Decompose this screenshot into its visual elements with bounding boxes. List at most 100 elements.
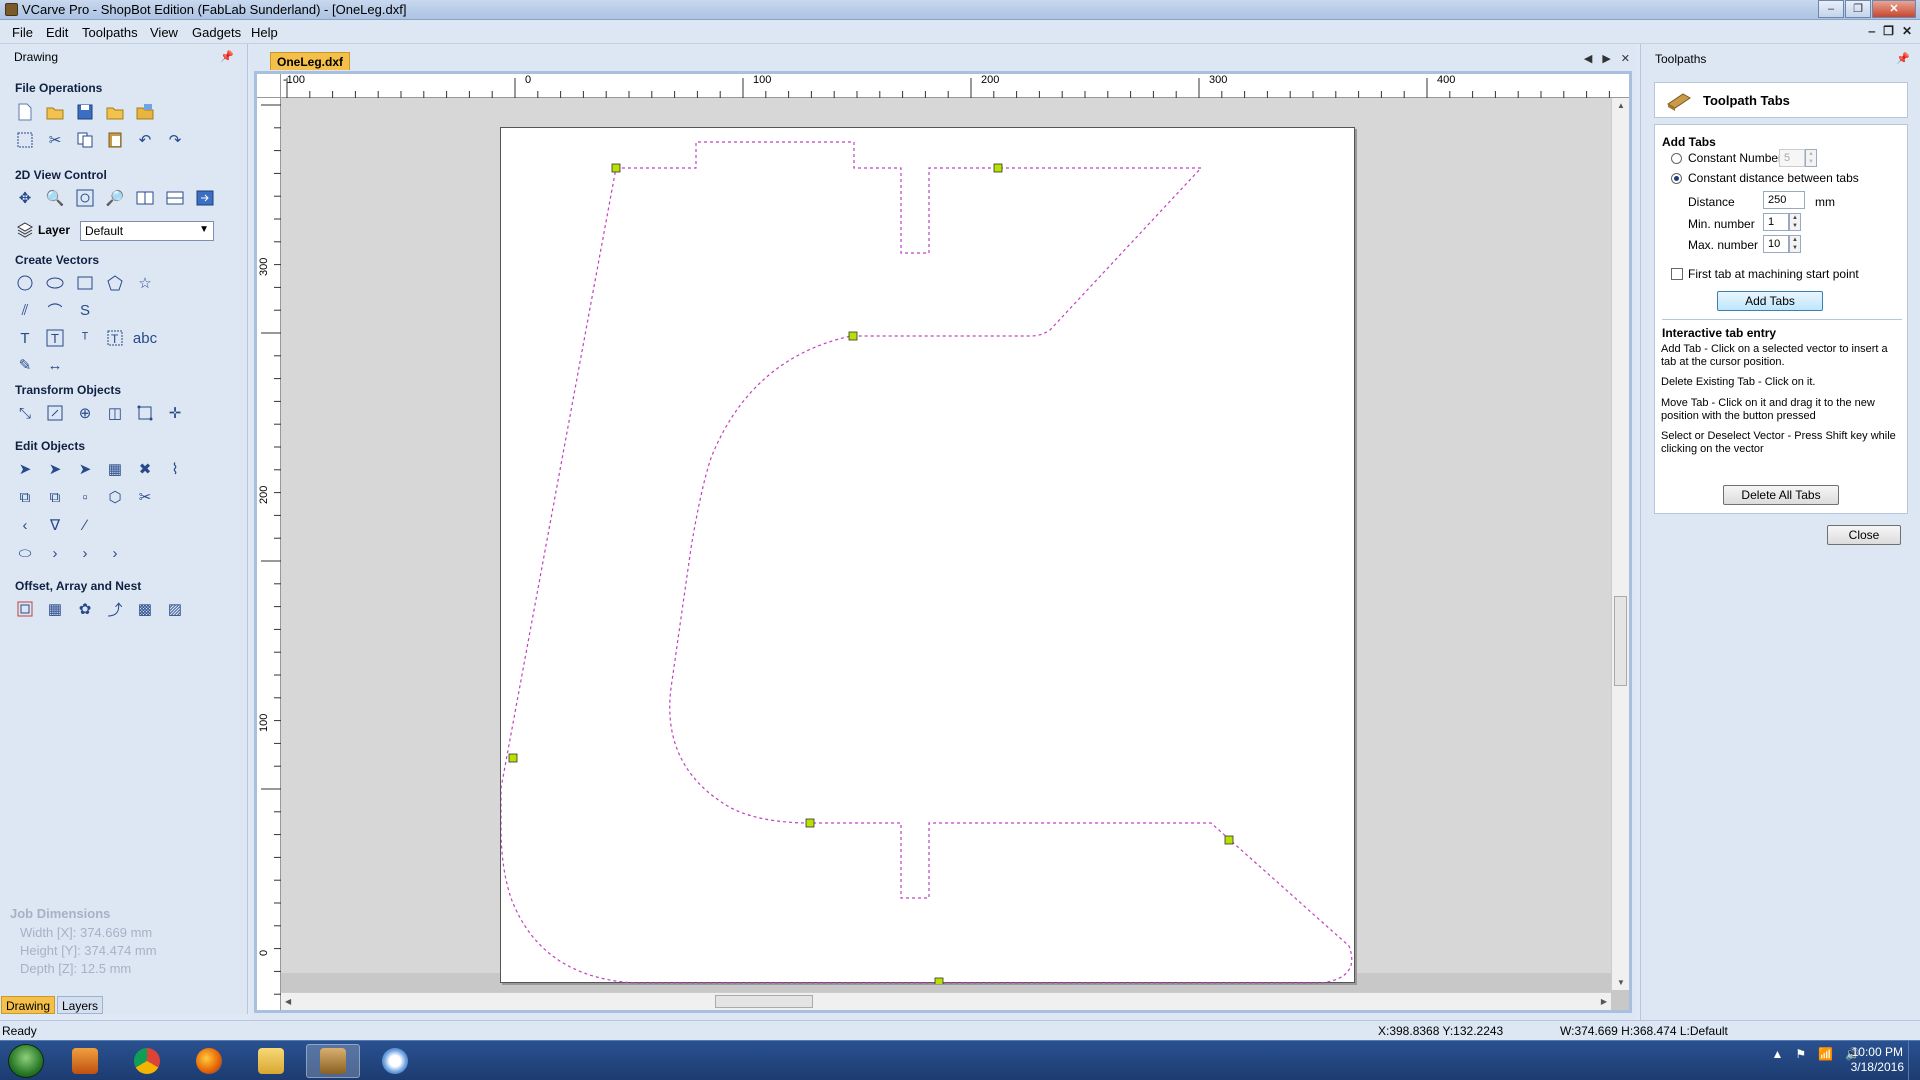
close-button[interactable]: Close: [1827, 525, 1901, 545]
smooth-icon[interactable]: ⌇: [164, 458, 186, 480]
menu-file[interactable]: File: [12, 25, 33, 40]
polygon-icon[interactable]: [104, 272, 126, 294]
zoom-icon[interactable]: 🔍: [44, 187, 66, 209]
array-icon[interactable]: ▦: [44, 598, 66, 620]
document-tab[interactable]: OneLeg.dxf: [270, 52, 350, 70]
node-edit-icon[interactable]: ➤: [44, 458, 66, 480]
max-number-input[interactable]: 10: [1763, 235, 1789, 253]
add-tabs-button[interactable]: Add Tabs: [1717, 291, 1823, 311]
constant-number-radio[interactable]: [1671, 153, 1682, 164]
tab-marker[interactable]: [993, 163, 1003, 173]
scroll-down-icon[interactable]: ▼: [1617, 978, 1625, 987]
view-split-icon[interactable]: [134, 187, 156, 209]
start-button[interactable]: [8, 1044, 44, 1078]
zoom-extents-icon[interactable]: [74, 187, 96, 209]
circular-array-icon[interactable]: ✿: [74, 598, 96, 620]
dimension-icon[interactable]: ↔: [44, 354, 66, 376]
first-tab-checkbox[interactable]: [1671, 268, 1683, 280]
mdi-restore-icon[interactable]: ❐: [1883, 24, 1894, 38]
view-3d-icon[interactable]: [194, 187, 216, 209]
tab-marker[interactable]: [934, 977, 944, 984]
arc-fit-icon[interactable]: ›: [74, 542, 96, 564]
mirror-icon[interactable]: ◫: [104, 402, 126, 424]
distort-icon[interactable]: [134, 402, 156, 424]
scale-icon[interactable]: [44, 402, 66, 424]
min-number-input[interactable]: 1: [1763, 213, 1789, 231]
vertical-scroll-thumb[interactable]: [1614, 596, 1627, 686]
nest-icon[interactable]: ▩: [134, 598, 156, 620]
close-document-icon[interactable]: ✕: [1621, 52, 1630, 65]
mdi-close-icon[interactable]: ✕: [1902, 24, 1912, 38]
offset-icon[interactable]: [14, 598, 36, 620]
tab-layers[interactable]: Layers: [57, 996, 104, 1014]
tab-next-icon[interactable]: ▶: [1602, 52, 1610, 65]
dogbone-icon[interactable]: ∇: [44, 514, 66, 536]
rectangle-icon[interactable]: [74, 272, 96, 294]
mdi-minimize-icon[interactable]: ‒: [1868, 24, 1875, 38]
ellipse-icon[interactable]: [44, 272, 66, 294]
taskbar-paint[interactable]: [368, 1044, 422, 1078]
clock[interactable]: 10:00 PM 3/18/2016: [1851, 1045, 1904, 1075]
vector-drawing[interactable]: [501, 128, 1356, 984]
star-icon[interactable]: ☆: [134, 272, 156, 294]
pan-icon[interactable]: ✥: [14, 187, 36, 209]
open-file-icon[interactable]: [44, 101, 66, 123]
constant-number-stepper[interactable]: ▲ ▼: [1805, 149, 1817, 167]
taskbar-explorer[interactable]: [244, 1044, 298, 1078]
tab-marker[interactable]: [611, 163, 621, 173]
vector-selector-icon[interactable]: ▦: [104, 458, 126, 480]
save-icon[interactable]: [74, 101, 96, 123]
move-icon[interactable]: ⤡: [14, 402, 36, 424]
network-icon[interactable]: 📶: [1818, 1047, 1833, 1061]
draw-icon[interactable]: ✎: [14, 354, 36, 376]
import-bitmap-icon[interactable]: [134, 101, 156, 123]
constant-distance-radio[interactable]: [1671, 173, 1682, 184]
taskbar-firefox[interactable]: [182, 1044, 236, 1078]
text-icon[interactable]: T: [14, 327, 36, 349]
import-icon[interactable]: [104, 101, 126, 123]
extend-icon[interactable]: ∕: [74, 514, 96, 536]
delete-all-tabs-button[interactable]: Delete All Tabs: [1723, 485, 1839, 505]
join-icon[interactable]: ▫: [74, 486, 96, 508]
copy-along-icon[interactable]: ⤴: [104, 598, 126, 620]
bezier-fit-icon[interactable]: ›: [104, 542, 126, 564]
menu-gadgets[interactable]: Gadgets: [192, 25, 241, 40]
curve-fit-icon[interactable]: ›: [44, 542, 66, 564]
distance-input[interactable]: 250: [1763, 191, 1805, 209]
max-number-stepper[interactable]: ▲ ▼: [1789, 235, 1801, 253]
tab-marker[interactable]: [805, 818, 815, 828]
material-sheet[interactable]: [500, 127, 1356, 984]
undo-icon[interactable]: ↶: [134, 129, 156, 151]
new-file-icon[interactable]: [14, 101, 36, 123]
minimize-button[interactable]: –: [1818, 0, 1844, 18]
tab-drawing[interactable]: Drawing: [1, 996, 56, 1014]
paste-icon[interactable]: [104, 129, 126, 151]
text-on-curve-icon[interactable]: ᵀ: [74, 327, 96, 349]
taskbar-vcarve[interactable]: [306, 1044, 360, 1078]
copy-icon[interactable]: [74, 129, 96, 151]
min-number-stepper[interactable]: ▲ ▼: [1789, 213, 1801, 231]
circle-icon[interactable]: [14, 272, 36, 294]
show-desktop-button[interactable]: [1908, 1041, 1920, 1080]
constant-number-input[interactable]: 5: [1779, 149, 1805, 167]
leg-vector[interactable]: [501, 141, 1353, 984]
menu-view[interactable]: View: [150, 25, 178, 40]
pin-icon[interactable]: 📌: [1896, 52, 1910, 65]
tab-marker[interactable]: [508, 753, 518, 763]
group-icon[interactable]: ⧉: [14, 486, 36, 508]
tab-prev-icon[interactable]: ◀: [1584, 52, 1592, 65]
trim-icon[interactable]: ✂: [134, 486, 156, 508]
text-box-icon[interactable]: T: [44, 327, 66, 349]
rotate-icon[interactable]: ⊕: [74, 402, 96, 424]
cut-icon[interactable]: ✂: [44, 129, 66, 151]
horizontal-scroll-thumb[interactable]: [715, 995, 813, 1008]
menu-edit[interactable]: Edit: [46, 25, 68, 40]
curve-icon[interactable]: S: [74, 299, 96, 321]
scroll-up-icon[interactable]: ▲: [1617, 101, 1625, 110]
text-autolayout-icon[interactable]: T: [104, 327, 126, 349]
tray-expand-icon[interactable]: ▲: [1771, 1047, 1783, 1061]
view-horizontal-icon[interactable]: [164, 187, 186, 209]
horizontal-scrollbar[interactable]: ◀ ▶: [281, 992, 1611, 1010]
polyline-icon[interactable]: ⫽: [14, 299, 36, 321]
tab-marker[interactable]: [1224, 835, 1234, 845]
